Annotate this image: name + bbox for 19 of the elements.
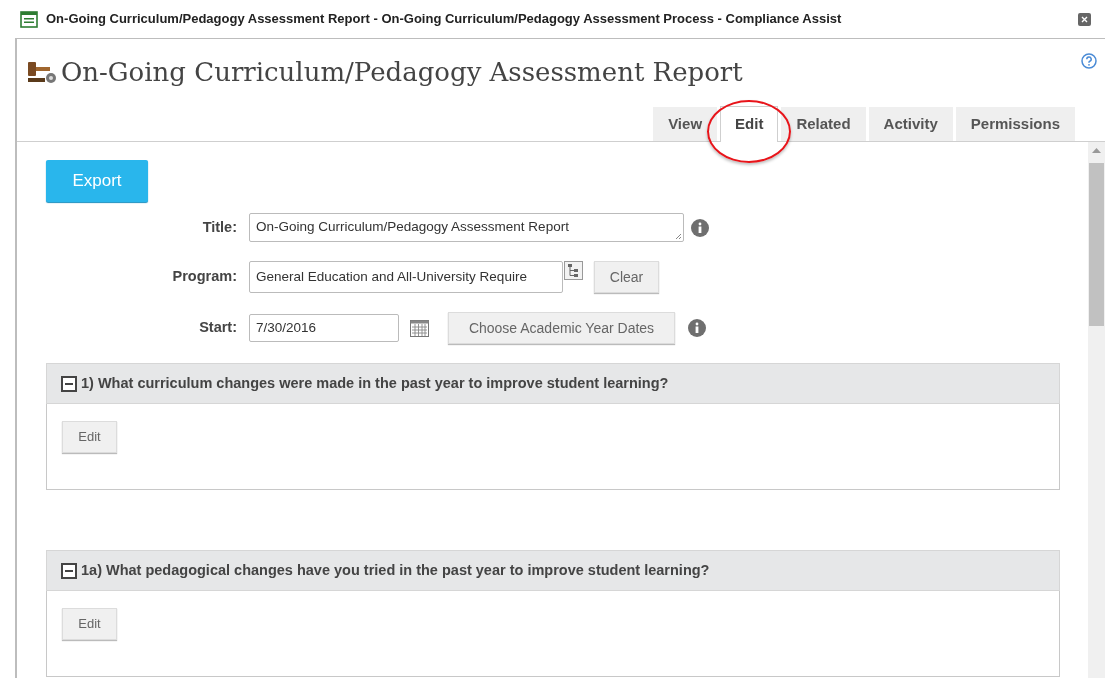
section-heading: 1a) What pedagogical changes have you tried in the past year to improve student learning? xyxy=(81,560,710,580)
tab[interactable]: Edit xyxy=(720,106,779,142)
tab[interactable]: View xyxy=(653,107,718,141)
edit-button[interactable]: Edit xyxy=(62,608,117,640)
tab[interactable]: Permissions xyxy=(955,107,1075,141)
edit-button[interactable]: Edit xyxy=(62,421,117,453)
title-field[interactable]: On-Going Curriculum/Pedagogy Assessment Report xyxy=(249,213,684,242)
field-label: Start: xyxy=(198,318,237,338)
section-heading: 1) What curriculum changes were made in the past year to improve student learning? xyxy=(81,373,669,393)
clear-button[interactable]: Clear xyxy=(594,261,659,293)
field-label: Program: xyxy=(171,267,237,287)
page-title: On-Going Curriculum/Pedagogy Assessment Report xyxy=(61,56,744,89)
start-date-field[interactable]: 7/30/2016 xyxy=(249,314,399,342)
tab[interactable]: Related xyxy=(781,107,866,141)
tab[interactable]: Activity xyxy=(868,107,953,141)
field-label: Title: xyxy=(201,217,237,237)
academic-year-dates-button[interactable]: Choose Academic Year Dates xyxy=(448,312,675,344)
program-field[interactable]: General Education and All-University Require xyxy=(249,261,563,293)
window-title: On-Going Curriculum/Pedagogy Assessment Report - On-Going Curriculum/Pedagogy Assessment Process - Compliance Assist xyxy=(46,10,843,29)
